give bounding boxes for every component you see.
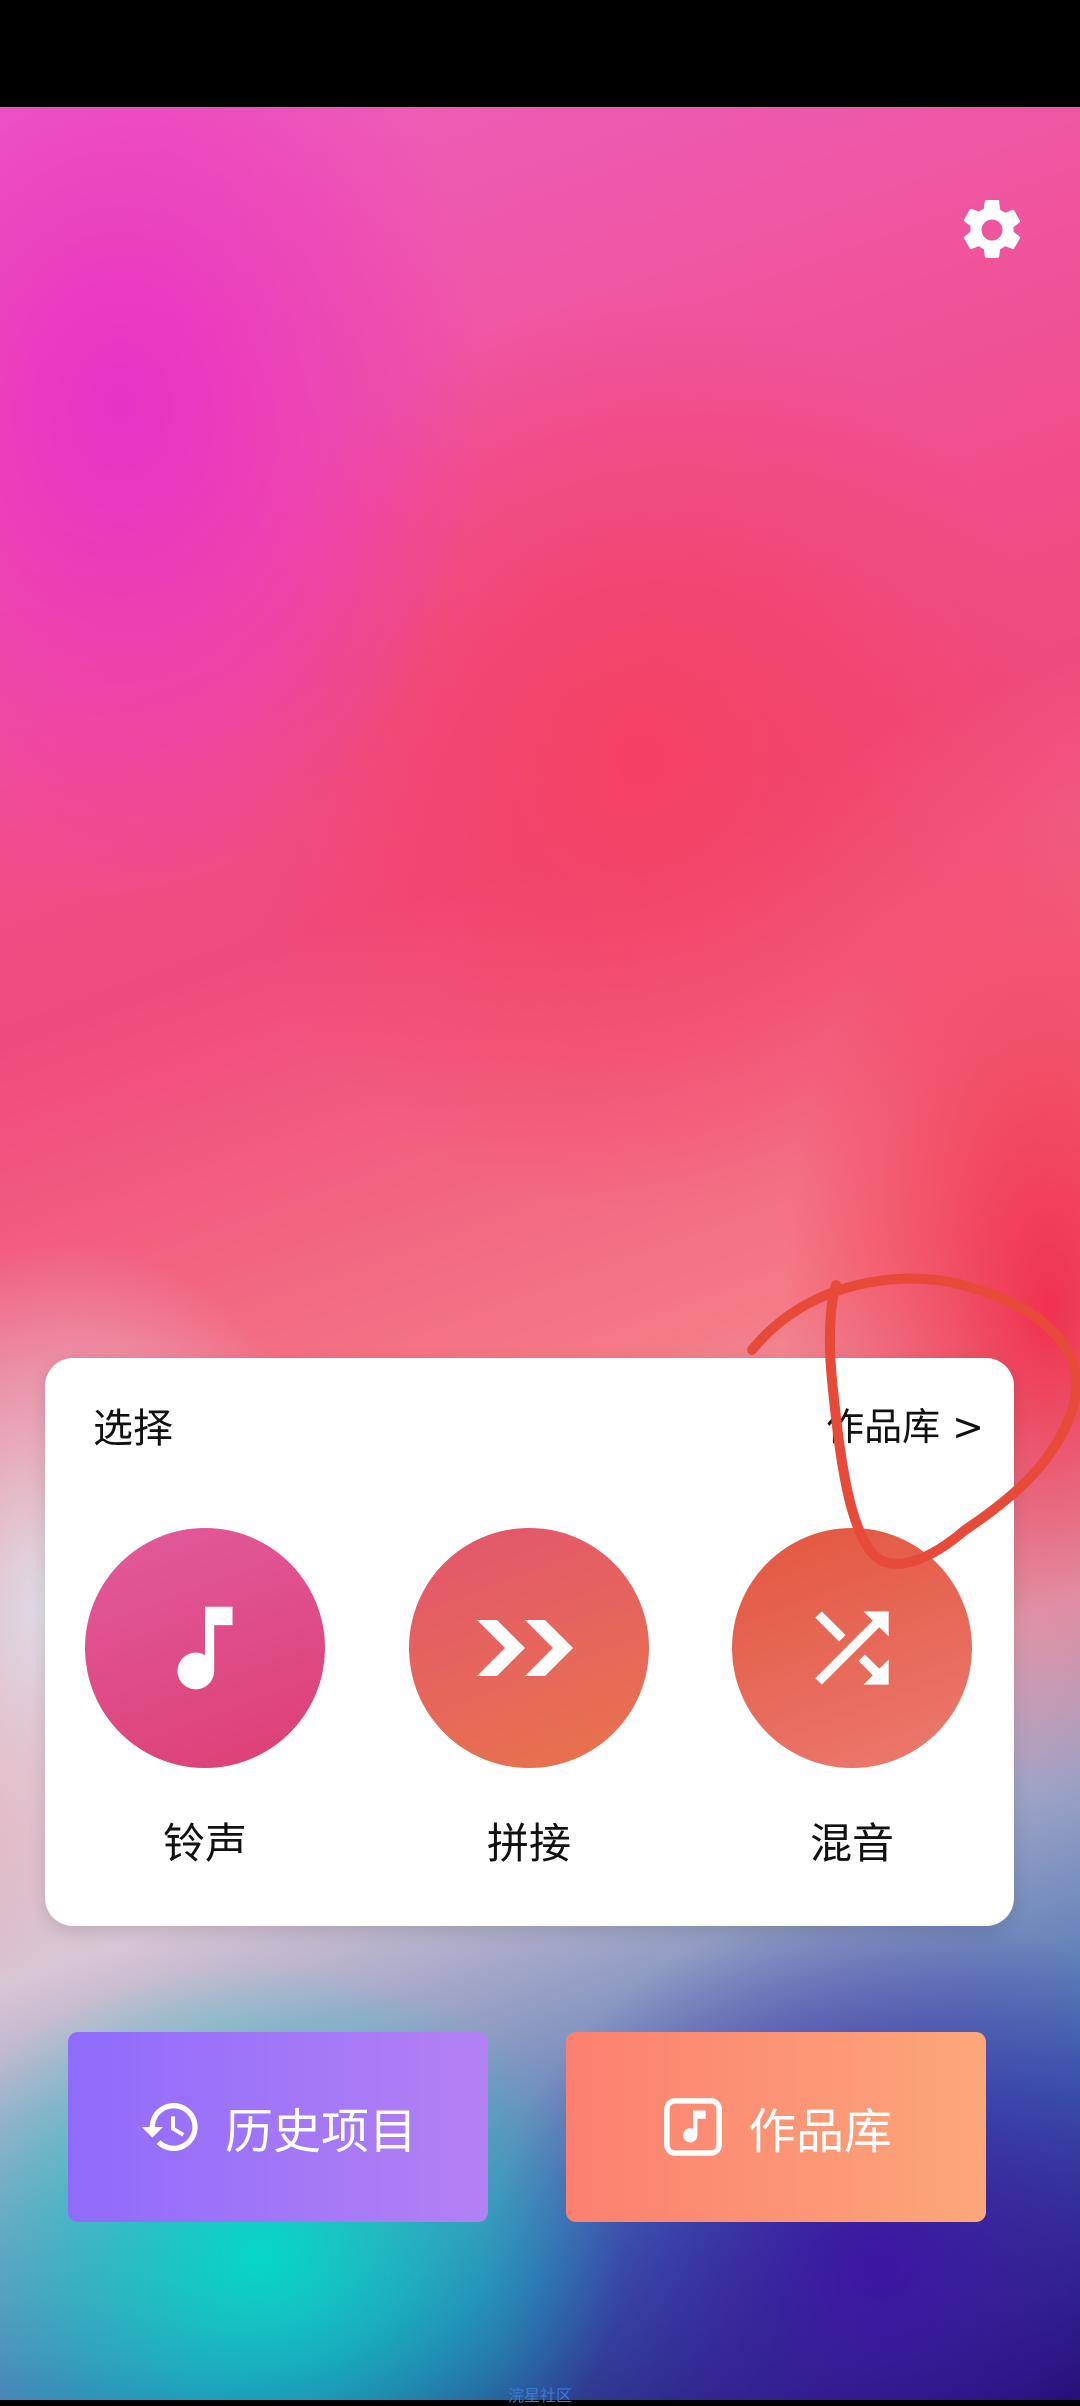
history-projects-button[interactable]: 历史项目 xyxy=(68,2032,488,2222)
tool-label: 拼接 xyxy=(486,1819,571,1868)
music-note-icon xyxy=(177,1606,233,1690)
footer-text: 浣星社区 xyxy=(507,2386,572,2405)
tool-splice[interactable]: 拼接 xyxy=(409,1528,649,1871)
tool-mix[interactable]: 混音 xyxy=(732,1528,972,1871)
music-file-icon xyxy=(664,2098,722,2156)
tool-label: 混音 xyxy=(809,1819,894,1868)
tool-label: 铃声 xyxy=(162,1819,247,1868)
splice-circle[interactable] xyxy=(409,1528,649,1768)
shuffle-icon xyxy=(815,1611,889,1685)
history-icon xyxy=(141,2103,198,2151)
works-library-button[interactable]: 作品库 xyxy=(566,2032,986,2222)
mix-circle[interactable] xyxy=(732,1528,972,1768)
library-link[interactable]: 作品库 > xyxy=(826,1396,984,1451)
card-title: 选择 xyxy=(93,1406,173,1452)
history-button-label: 历史项目 xyxy=(224,2104,417,2160)
tool-ringtone[interactable]: 铃声 xyxy=(85,1528,325,1871)
select-card: 选择 作品库 > 铃声 拼接 混音 xyxy=(45,1358,1014,1926)
works-button-label: 作品库 xyxy=(747,2104,892,2160)
gear-icon xyxy=(963,199,1021,258)
settings-button[interactable] xyxy=(950,188,1034,272)
status-bar xyxy=(0,0,1080,107)
ringtone-circle[interactable] xyxy=(85,1528,325,1768)
fast-forward-icon xyxy=(477,1620,573,1676)
